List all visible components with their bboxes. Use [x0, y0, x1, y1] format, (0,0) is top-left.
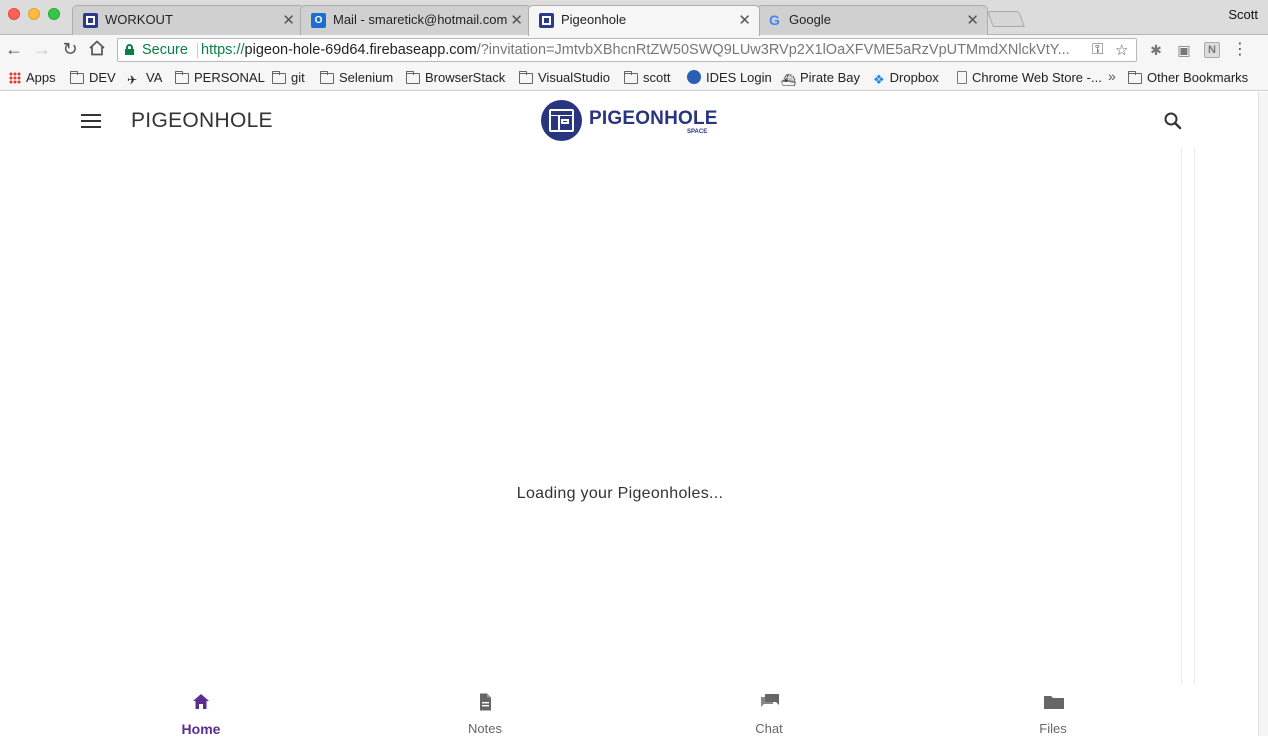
browser-tab-pigeonhole[interactable]: Pigeonhole ✕ — [528, 5, 760, 36]
bookmark-git[interactable]: git — [272, 70, 305, 85]
dropbox-icon: ❖ — [873, 72, 885, 87]
close-tab-icon[interactable]: ✕ — [738, 11, 751, 29]
chat-icon — [761, 694, 779, 707]
bookmark-personal[interactable]: PERSONAL — [175, 70, 265, 85]
address-bar[interactable]: Secure https://pigeon-hole-69d64.firebas… — [117, 38, 1137, 62]
bookmark-scott[interactable]: scott — [624, 70, 670, 85]
globe-icon — [687, 70, 701, 84]
folder-icon — [624, 71, 638, 84]
home-outline-icon — [89, 40, 105, 56]
page-icon — [957, 71, 967, 84]
nav-label: Home — [181, 721, 221, 737]
browser-tab-mail[interactable]: O Mail - smaretick@hotmail.com ✕ — [300, 5, 532, 35]
bookmarks-bar: Apps DEV ✈ VA PERSONAL git Selenium Brows… — [0, 65, 1268, 91]
bookmark-ides-login[interactable]: IDES Login — [687, 70, 772, 85]
google-icon: G — [769, 12, 780, 28]
home-button[interactable] — [87, 39, 107, 59]
url-text: https://pigeon-hole-69d64.firebaseapp.co… — [201, 42, 1070, 58]
nav-chat[interactable]: Chat — [709, 690, 829, 736]
bookmark-apps[interactable]: Apps — [9, 70, 56, 85]
bookmark-dev[interactable]: DEV — [70, 70, 116, 85]
tab-title: Pigeonhole — [561, 12, 627, 27]
browser-tab-strip: WORKOUT ✕ O Mail - smaretick@hotmail.com… — [0, 0, 1268, 36]
folder-icon — [70, 71, 84, 84]
bookmark-star-icon[interactable]: ☆ — [1115, 41, 1129, 59]
secure-label: Secure — [142, 42, 188, 58]
browser-tab-google[interactable]: G Google ✕ — [756, 5, 988, 35]
browser-toolbar: ← → ↻ Secure https://pigeon-hole-69d64.f… — [0, 35, 1268, 65]
folder-icon — [1128, 71, 1142, 84]
bottom-navigation: Home Notes Chat Files — [0, 690, 1258, 737]
chrome-menu-icon[interactable]: ⋮ — [1231, 41, 1249, 59]
bookmark-visualstudio[interactable]: VisualStudio — [519, 70, 610, 85]
tab-title: Google — [789, 12, 831, 27]
loading-message: Loading your Pigeonholes... — [516, 485, 724, 502]
folder-icon — [320, 71, 334, 84]
folder-icon — [406, 71, 420, 84]
folder-icon — [519, 71, 533, 84]
pigeonhole-logo-icon — [541, 100, 582, 141]
new-tab-button[interactable] — [987, 11, 1025, 27]
notes-icon — [480, 693, 491, 711]
more-bookmarks-chevron-icon[interactable]: » — [1108, 68, 1116, 84]
bookmark-selenium[interactable]: Selenium — [320, 70, 393, 85]
tab-title: WORKOUT — [105, 12, 173, 27]
logo-text: PIGEONHOLE — [589, 108, 718, 129]
profile-name[interactable]: Scott — [1228, 7, 1258, 22]
search-icon[interactable] — [1162, 110, 1184, 132]
close-tab-icon[interactable]: ✕ — [510, 11, 523, 29]
bookmark-chrome-web-store[interactable]: Chrome Web Store -... — [957, 70, 1102, 85]
forward-arrow-icon[interactable]: → — [32, 39, 52, 59]
close-window-button[interactable] — [8, 8, 20, 20]
pigeonhole-grid-icon — [539, 13, 554, 28]
nav-home[interactable]: Home — [141, 690, 261, 737]
window-edge — [1258, 92, 1268, 736]
key-icon[interactable]: ⚿ — [1088, 41, 1104, 58]
back-arrow-icon[interactable]: ← — [4, 39, 24, 59]
scrollbar-track[interactable] — [1181, 148, 1195, 685]
lock-icon — [125, 44, 134, 55]
folder-icon — [1044, 696, 1064, 709]
nav-label: Files — [1039, 721, 1067, 736]
camera-extension-icon[interactable]: ▣ — [1175, 41, 1193, 59]
menu-icon[interactable] — [81, 114, 101, 128]
nav-label: Notes — [468, 721, 502, 736]
nav-files[interactable]: Files — [993, 690, 1113, 736]
maximize-window-button[interactable] — [48, 8, 60, 20]
minimize-window-button[interactable] — [28, 8, 40, 20]
logo-subtext: SPACE — [687, 129, 708, 135]
close-tab-icon[interactable]: ✕ — [966, 11, 979, 29]
bookmark-pirate-bay[interactable]: ⛴ Pirate Bay — [781, 70, 860, 86]
bookmark-other[interactable]: Other Bookmarks — [1128, 70, 1248, 85]
folder-icon — [175, 71, 189, 84]
n-extension-icon[interactable]: N — [1204, 42, 1220, 58]
va-logo-icon: ✈ — [127, 73, 138, 87]
bookmark-browserstack[interactable]: BrowserStack — [406, 70, 505, 85]
folder-icon — [272, 71, 286, 84]
ship-icon: ⛴ — [781, 73, 797, 87]
nav-label: Chat — [755, 721, 783, 736]
pigeonhole-app: PIGEONHOLE PIGEONHOLE SPACE Loading your… — [0, 92, 1258, 737]
app-title: PIGEONHOLE — [131, 109, 273, 132]
apps-grid-icon — [9, 72, 21, 84]
browser-tab-workout[interactable]: WORKOUT ✕ — [72, 5, 304, 35]
extension-bug-icon[interactable]: ✱ — [1147, 41, 1165, 59]
home-icon — [193, 694, 209, 709]
tab-title: Mail - smaretick@hotmail.com — [333, 12, 508, 27]
pigeonhole-grid-icon — [83, 13, 98, 28]
nav-notes[interactable]: Notes — [425, 690, 545, 736]
outlook-icon: O — [311, 13, 326, 28]
bookmark-va[interactable]: ✈ VA — [127, 70, 162, 86]
content-area — [0, 148, 1181, 685]
bookmark-dropbox[interactable]: ❖ Dropbox — [873, 70, 939, 88]
close-tab-icon[interactable]: ✕ — [282, 11, 295, 29]
reload-icon[interactable]: ↻ — [60, 39, 80, 59]
